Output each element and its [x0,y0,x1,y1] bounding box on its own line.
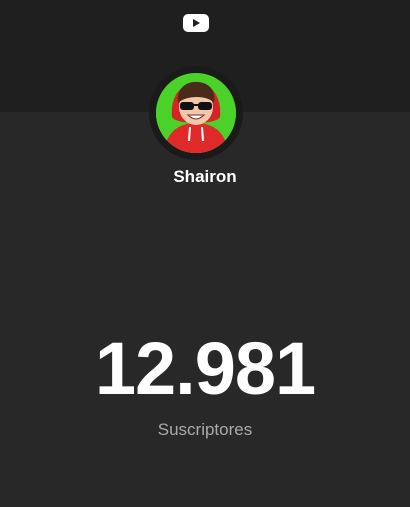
youtube-play-icon [183,14,209,32]
channel-name[interactable]: Shairon [0,167,410,187]
avatar [156,73,236,153]
subscriber-count: 12.981 [94,327,316,410]
subscriber-label: Suscriptores [157,420,253,439]
avatar-cartoon-icon [156,73,236,153]
subscriber-counter-widget: Shairon 12.981 Suscriptores [0,0,410,507]
